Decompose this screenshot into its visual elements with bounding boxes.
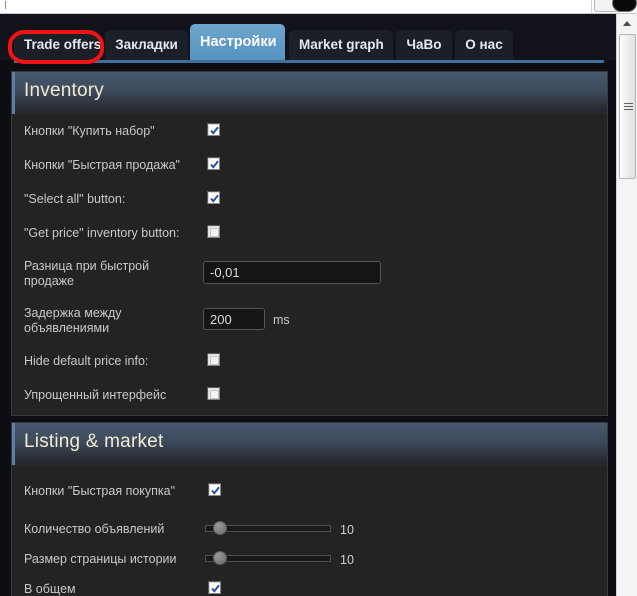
section-inventory-title: Inventory xyxy=(24,80,104,101)
input-quick-sell-difference[interactable] xyxy=(203,261,381,284)
address-bar[interactable] xyxy=(0,0,592,13)
checkbox-select-all-button[interactable] xyxy=(207,191,220,204)
row-quick-sell-difference: Разница при быстрой продаже xyxy=(12,250,609,296)
slider-thumb[interactable] xyxy=(213,521,227,535)
row-label: Количество объявлений xyxy=(24,522,165,536)
section-inventory: Inventory Кнопки "Купить набор" Кнопки "… xyxy=(11,71,608,416)
row-label: Разница при быстрой продаже xyxy=(24,259,150,288)
tab-bookmarks-label: Закладки xyxy=(115,37,178,52)
tab-bar: Trade offers Закладки Настройки Market g… xyxy=(0,14,616,64)
row-listings-count: Количество объявлений 10 xyxy=(12,515,609,545)
row-quick-sell-buttons: Кнопки "Быстрая продажа" xyxy=(12,148,609,182)
tab-trade-offers[interactable]: Trade offers xyxy=(14,30,102,60)
tab-faq-label: ЧаВо xyxy=(406,37,442,52)
section-listing-market-header: Listing & market xyxy=(12,423,607,465)
checkbox-hide-default-price[interactable] xyxy=(207,353,220,366)
section-listing-market-title: Listing & market xyxy=(24,431,164,452)
row-history-page-size: Размер страницы истории 10 xyxy=(12,545,609,575)
slider-thumb[interactable] xyxy=(213,551,227,565)
tab-market-graph-label: Market graph xyxy=(299,37,384,52)
section-accent-bar xyxy=(12,72,15,114)
checkbox-simplified-interface[interactable] xyxy=(207,387,220,400)
row-quick-buy-buttons: Кнопки "Быстрая покупка" xyxy=(12,477,609,507)
section-inventory-body: Кнопки "Купить набор" Кнопки "Быстрая пр… xyxy=(12,114,607,415)
row-label: Размер страницы истории xyxy=(24,552,177,566)
unit-label-ms: ms xyxy=(273,313,290,327)
row-label: Задержка между объявлениями xyxy=(24,306,122,335)
tab-faq[interactable]: ЧаВо xyxy=(396,30,452,60)
row-label: Упрощенный интерфейс xyxy=(24,388,167,402)
input-listing-delay[interactable] xyxy=(203,308,265,330)
row-hide-default-price: Hide default price info: xyxy=(12,344,609,378)
browser-chrome xyxy=(0,0,637,14)
row-buy-set-buttons: Кнопки "Купить набор" xyxy=(12,114,609,148)
tab-settings-label: Настройки xyxy=(200,34,277,50)
tab-trade-offers-label: Trade offers xyxy=(24,37,102,52)
row-simplified-interface: Упрощенный интерфейс xyxy=(12,378,609,412)
scrollbar-thumb[interactable] xyxy=(619,34,636,179)
section-accent-bar xyxy=(12,423,15,465)
row-label: Кнопки "Быстрая покупка" xyxy=(24,484,176,498)
tab-settings[interactable]: Настройки xyxy=(190,24,285,60)
screenshot-root: Trade offers Закладки Настройки Market g… xyxy=(0,0,637,596)
page-content: Trade offers Закладки Настройки Market g… xyxy=(0,14,616,596)
slider-value-history-page-size: 10 xyxy=(340,553,354,567)
slider-history-page-size[interactable] xyxy=(205,551,331,565)
row-label: Кнопки "Купить набор" xyxy=(24,124,155,138)
chrome-button-right[interactable] xyxy=(612,0,637,12)
row-label: Hide default price info: xyxy=(24,354,149,368)
section-listing-market: Listing & market Кнопки "Быстрая покупка… xyxy=(11,422,608,596)
tab-underline xyxy=(14,60,604,63)
row-in-general: В общем xyxy=(12,575,609,596)
checkbox-in-general[interactable] xyxy=(208,581,221,594)
row-listing-delay: Задержка между объявлениями ms xyxy=(12,296,609,344)
scrollbar-grip-icon xyxy=(624,103,633,110)
section-inventory-header: Inventory xyxy=(12,72,607,114)
checkbox-buy-set-buttons[interactable] xyxy=(207,123,220,136)
row-label: "Get price" inventory button: xyxy=(24,226,180,240)
row-get-price-button: "Get price" inventory button: xyxy=(12,216,609,250)
checkbox-quick-sell-buttons[interactable] xyxy=(207,157,220,170)
tab-market-graph[interactable]: Market graph xyxy=(289,30,393,60)
tab-about-label: О нас xyxy=(465,37,503,52)
row-label: "Select all" button: xyxy=(24,192,126,206)
tab-bookmarks[interactable]: Закладки xyxy=(105,30,188,60)
scroll-up-arrow-icon[interactable] xyxy=(617,14,637,32)
section-listing-market-body: Кнопки "Быстрая покупка" Количество объя… xyxy=(12,465,607,596)
row-select-all-button: "Select all" button: xyxy=(12,182,609,216)
checkbox-quick-buy-buttons[interactable] xyxy=(208,483,221,496)
row-label: В общем xyxy=(24,582,76,596)
page-scrollbar[interactable] xyxy=(616,14,637,596)
slider-listings-count[interactable] xyxy=(205,521,331,535)
row-label: Кнопки "Быстрая продажа" xyxy=(24,158,180,172)
tab-about[interactable]: О нас xyxy=(455,30,513,60)
slider-value-listings-count: 10 xyxy=(340,523,354,537)
text-caret xyxy=(5,1,6,9)
checkbox-get-price-button[interactable] xyxy=(207,225,220,238)
